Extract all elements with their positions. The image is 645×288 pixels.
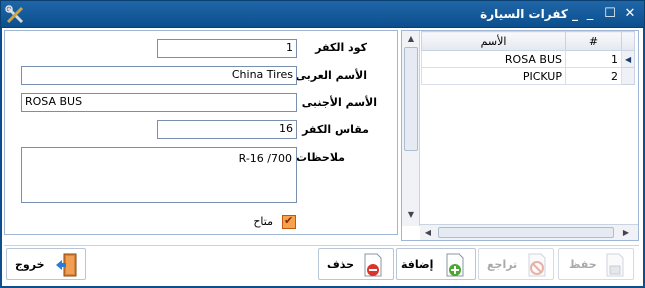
scroll-down-icon[interactable]: ▼ — [405, 209, 417, 221]
tire-size-input[interactable]: 16 — [157, 120, 297, 139]
maximize-button[interactable]: ☐ — [602, 6, 618, 22]
vertical-scroll-thumb[interactable] — [404, 47, 418, 151]
tire-code-input[interactable]: 1 — [157, 39, 297, 58]
save-button[interactable]: حفظ — [558, 248, 634, 280]
horizontal-scroll-thumb[interactable] — [438, 227, 614, 238]
title-bar: _ كفرات السيارة _ ☐ ✕ — [0, 0, 645, 28]
row-indicator — [620, 67, 636, 85]
arabic-name-label: الأسم العربى — [295, 69, 367, 82]
close-button[interactable]: ✕ — [622, 6, 638, 22]
minimize-button[interactable]: _ — [582, 6, 598, 22]
cell-name[interactable]: PICKUP — [421, 67, 566, 85]
delete-button[interactable]: حذف — [318, 248, 394, 280]
column-header-number[interactable]: # — [565, 31, 622, 51]
save-icon — [606, 253, 624, 277]
save-label: حفظ — [569, 258, 597, 271]
delete-icon — [364, 253, 382, 277]
undo-button[interactable]: تراجع — [478, 248, 554, 280]
tire-code-label: كود الكفر — [315, 41, 367, 54]
column-header-name[interactable]: الأسم — [421, 31, 566, 51]
undo-icon — [528, 253, 546, 277]
exit-door-icon — [56, 253, 77, 277]
tire-size-label: مقاس الكفر — [302, 123, 369, 136]
add-label: إضافة — [401, 258, 434, 271]
arabic-name-input[interactable]: China Tires — [21, 66, 297, 85]
tools-icon — [5, 5, 24, 24]
vertical-scrollbar[interactable]: ▲ ▼ — [402, 31, 420, 226]
exit-button[interactable]: خروج — [6, 248, 86, 280]
row-indicator-header — [620, 31, 636, 51]
tires-table: الأسم # ROSA BUS 1 ◀ PICKUP 2 — [421, 31, 636, 85]
scroll-right-icon[interactable]: ▶ — [620, 227, 632, 239]
exit-label: خروج — [15, 258, 45, 271]
table-row[interactable]: ROSA BUS 1 ◀ — [421, 50, 636, 68]
available-label: متاح — [253, 215, 273, 228]
cell-number[interactable]: 2 — [565, 67, 622, 85]
cell-name[interactable]: ROSA BUS — [421, 50, 566, 68]
scroll-up-icon[interactable]: ▲ — [405, 33, 417, 45]
window-title: _ كفرات السيارة — [480, 7, 578, 21]
bottom-toolbar: خروج حذف إضافة تراجع حفظ — [4, 245, 639, 282]
available-checkbox[interactable] — [282, 214, 296, 229]
table-row[interactable]: PICKUP 2 — [421, 67, 636, 85]
scroll-left-icon[interactable]: ◀ — [422, 227, 434, 239]
add-button[interactable]: إضافة — [396, 248, 476, 280]
cell-number[interactable]: 1 — [565, 50, 622, 68]
undo-label: تراجع — [487, 258, 518, 271]
foreign-name-label: الأسم الأجنبى — [301, 96, 377, 109]
current-row-indicator-icon: ◀ — [620, 50, 636, 68]
tires-grid: ▲ ▼ الأسم # ROSA BUS 1 ◀ PICKUP 2 ◀ ▶ — [401, 30, 639, 241]
delete-label: حذف — [327, 258, 355, 271]
notes-label: ملاحظات — [296, 151, 345, 164]
notes-textarea[interactable]: R-16 /700 — [21, 147, 297, 203]
tire-form-panel: كود الكفر 1 الأسم العربى China Tires الأ… — [4, 30, 398, 235]
horizontal-scrollbar[interactable]: ◀ ▶ — [420, 224, 638, 240]
foreign-name-input[interactable]: ROSA BUS — [21, 93, 297, 112]
add-icon — [446, 253, 464, 277]
